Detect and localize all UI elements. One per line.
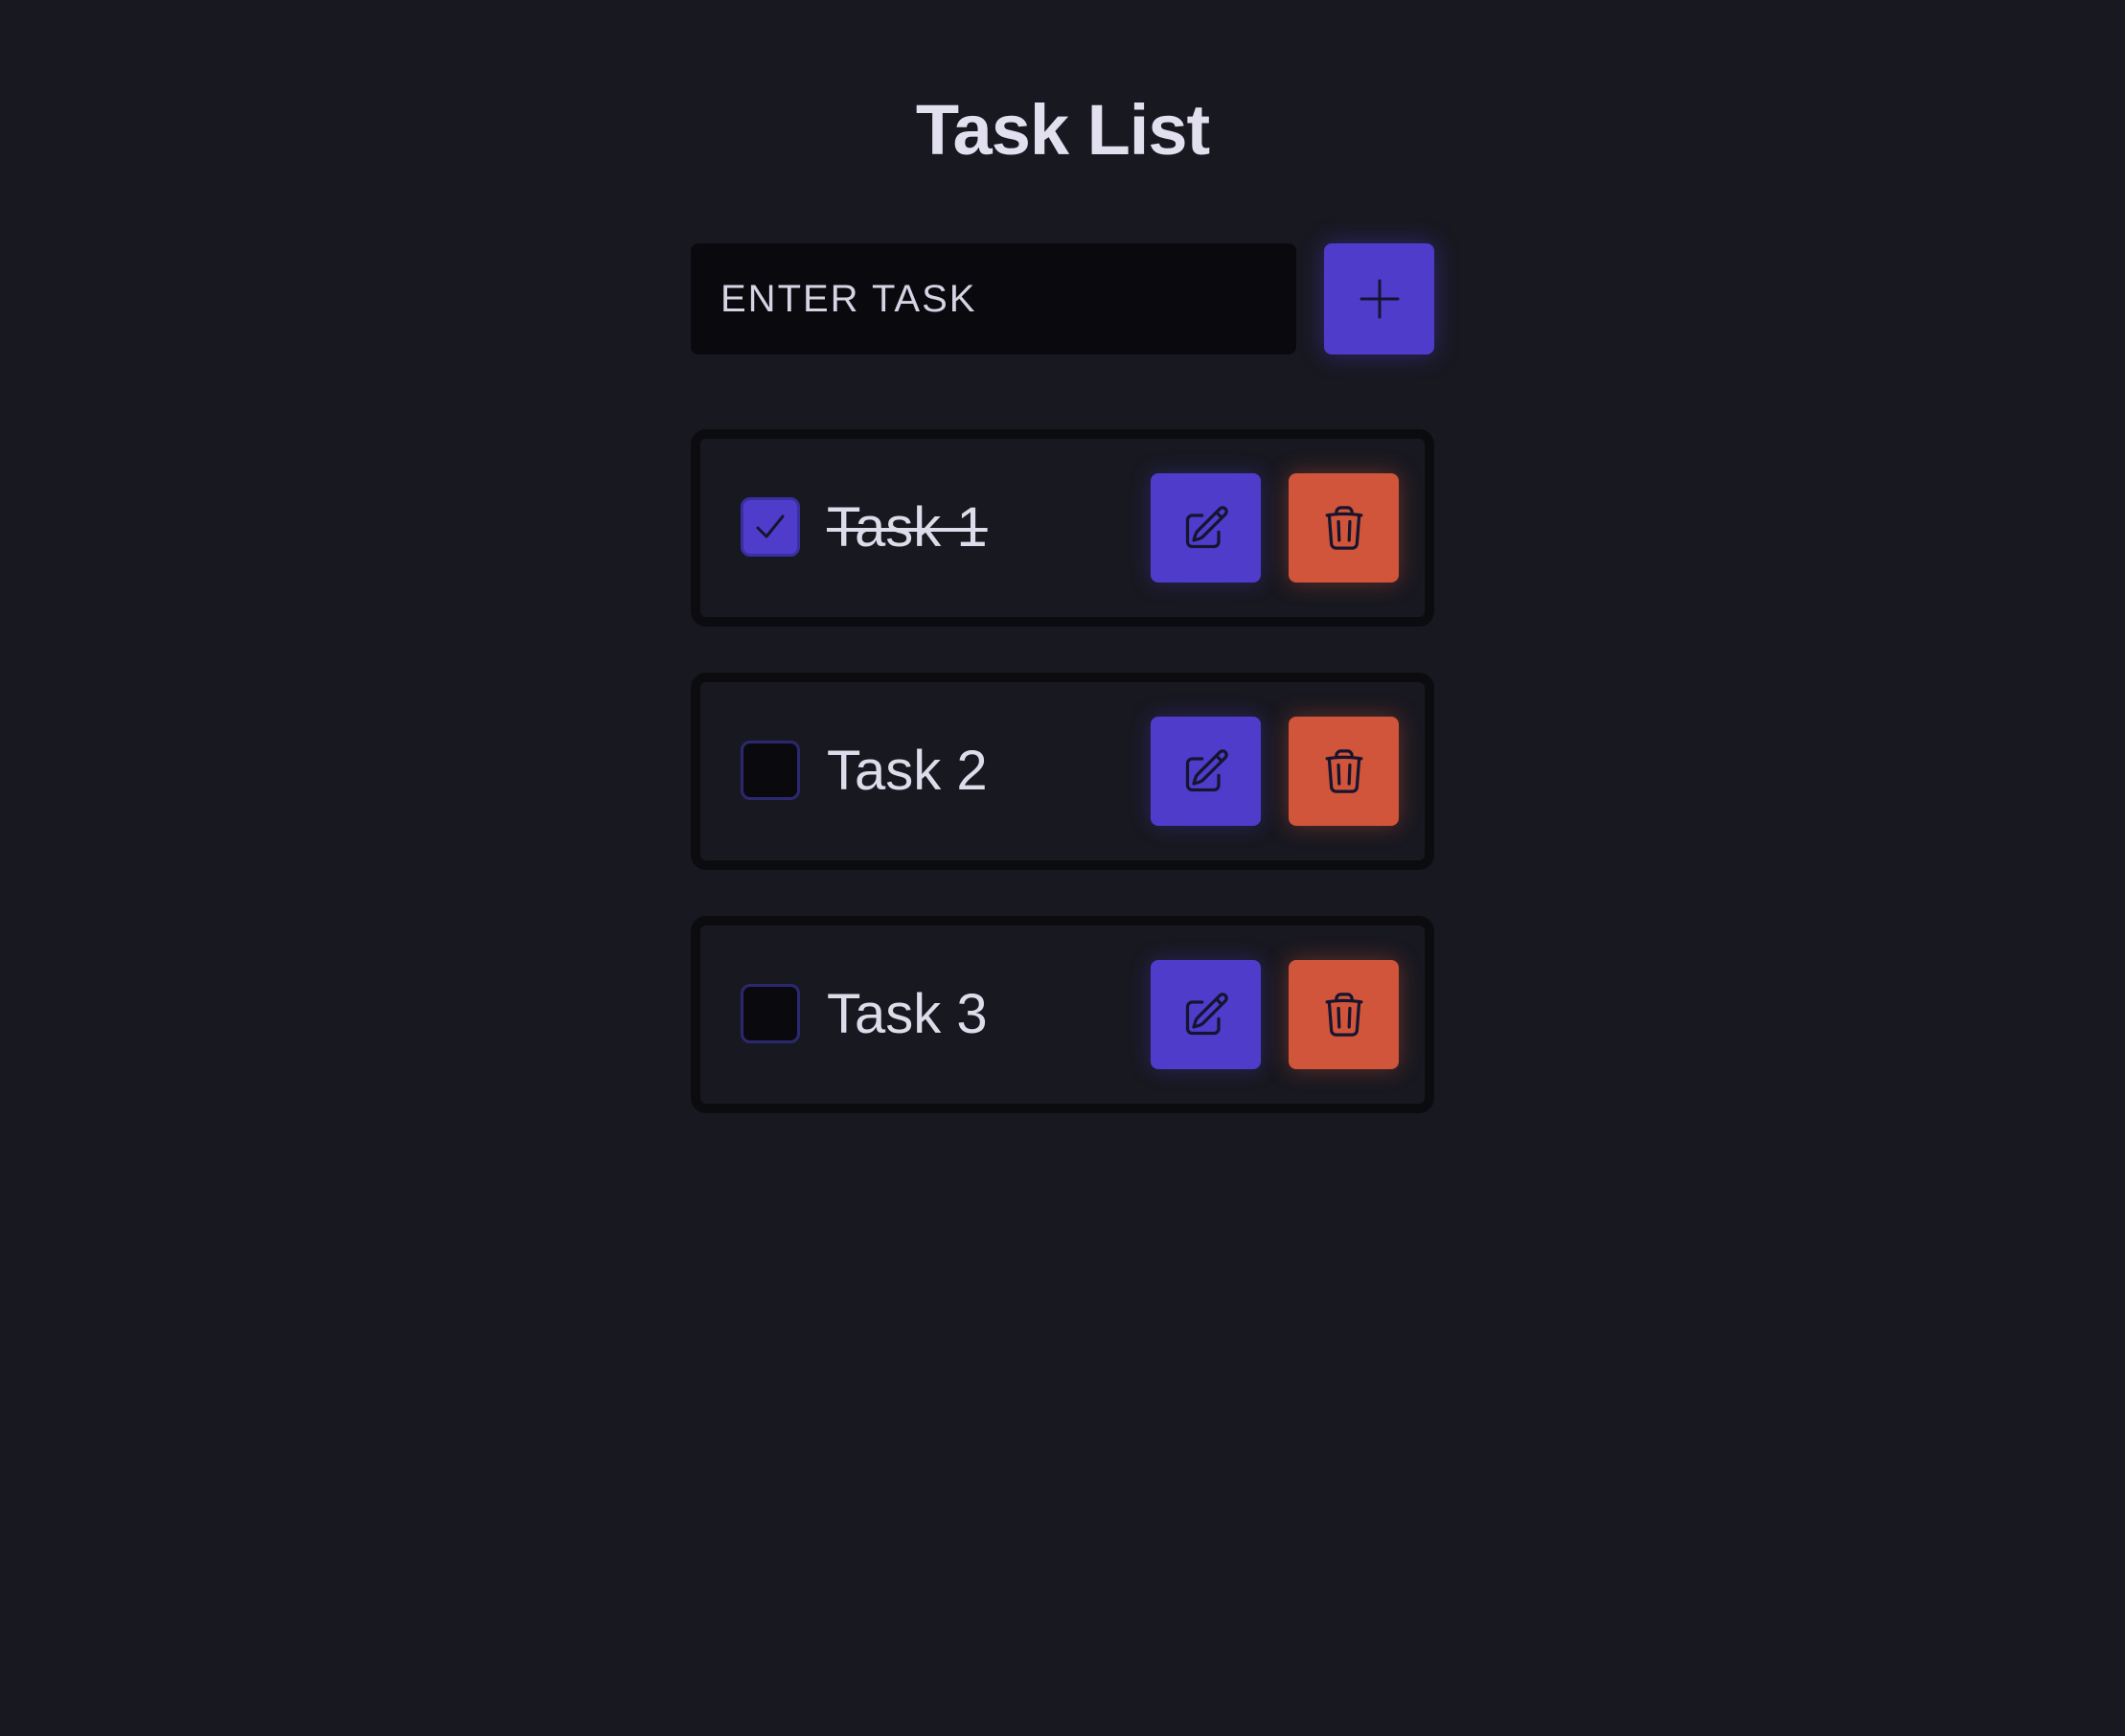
- task-label: Task 1: [827, 496, 988, 559]
- trash-icon: [1319, 746, 1369, 796]
- pencil-edit-icon: [1181, 746, 1231, 796]
- pencil-edit-icon: [1181, 990, 1231, 1039]
- trash-icon: [1319, 990, 1369, 1039]
- task-item: Task 2: [691, 673, 1434, 870]
- task-label: Task 3: [827, 983, 988, 1045]
- add-task-button[interactable]: [1324, 243, 1434, 354]
- task-label: Task 2: [827, 740, 988, 802]
- delete-task-button[interactable]: [1289, 473, 1399, 582]
- delete-task-button[interactable]: [1289, 960, 1399, 1069]
- page-title: Task List: [915, 90, 1210, 170]
- task-input[interactable]: [691, 243, 1296, 354]
- task-item: Task 1: [691, 429, 1434, 627]
- task-checkbox[interactable]: [741, 984, 800, 1043]
- edit-task-button[interactable]: [1151, 473, 1261, 582]
- add-task-form: [691, 243, 1434, 354]
- task-checkbox[interactable]: [741, 497, 800, 557]
- delete-task-button[interactable]: [1289, 717, 1399, 826]
- plus-icon: [1359, 278, 1401, 320]
- pencil-edit-icon: [1181, 503, 1231, 553]
- edit-task-button[interactable]: [1151, 960, 1261, 1069]
- check-icon: [752, 509, 788, 545]
- trash-icon: [1319, 503, 1369, 553]
- task-checkbox[interactable]: [741, 741, 800, 800]
- edit-task-button[interactable]: [1151, 717, 1261, 826]
- task-item: Task 3: [691, 916, 1434, 1113]
